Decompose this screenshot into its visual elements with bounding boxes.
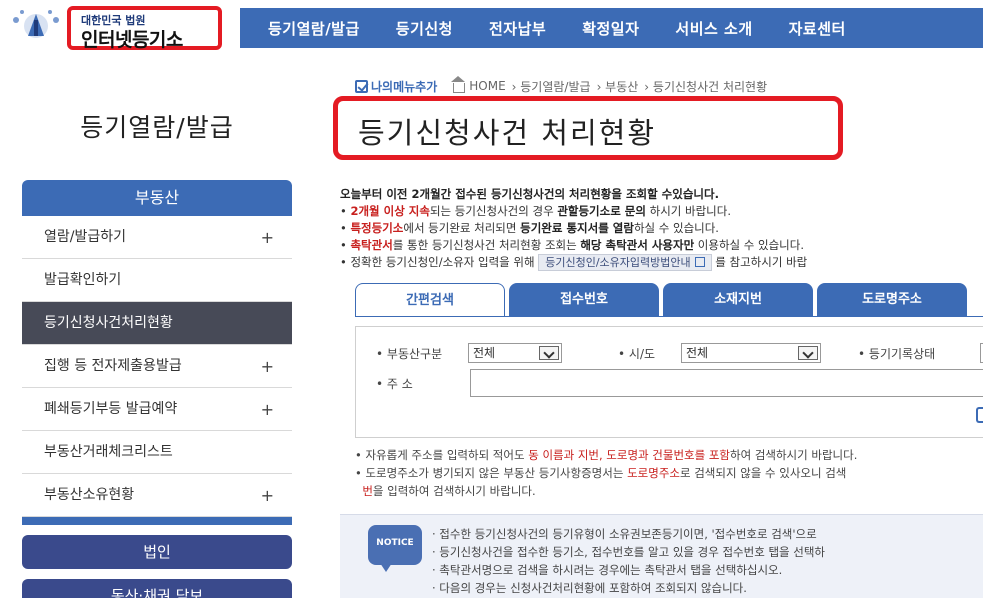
sidebar-item-label: 열람/발급하기 [44,229,126,245]
tab-lot-number[interactable]: 소재지번 [663,283,813,317]
search-notes: • 자유롭게 주소를 입력하되 적어도 동 이름과 지번, 도로명과 건물번호를… [355,446,983,500]
sidebar-item-label: 발급확인하기 [44,272,122,288]
note-item: • 자유롭게 주소를 입력하되 적어도 동 이름과 지번, 도로명과 건물번호를… [355,448,858,462]
plus-icon[interactable]: + [261,388,274,431]
description-lead: 오늘부터 이전 2개월간 접수된 등기신청사건의 처리현황을 조회할 수있습니다… [340,187,719,201]
input-guide-button[interactable]: 등기신청인/소유자입력방법안내 [538,254,712,271]
notice-line: · 접수한 등기신청사건의 등기유형이 소유권보존등기이면, '접수번호로 검색… [432,527,817,541]
notice-line: · 다음의 경우는 신청사건처리현황에 포함하여 조회되지 않습니다. [432,581,747,595]
chevron-down-icon [798,346,818,360]
chevron-down-icon [539,346,559,360]
home-icon [451,76,466,93]
search-form: • 부동산구분 전체 • 시/도 전체 • 등기기록상태 • 주 소 [355,326,983,438]
notice-line: · 촉탁관서명으로 검색을 하시려는 경우에는 촉탁관서 탭을 선택하십시오. [432,563,783,577]
add-my-menu-label: 나의메뉴추가 [371,79,438,94]
breadcrumb-real-estate[interactable]: › 부동산 [597,78,639,95]
sidebar-item-label: 부동산거래체크리스트 [44,444,173,460]
sidebar-item-case-status[interactable]: 등기신청사건처리현황 [22,302,292,345]
top-header: 대한민국 법원 인터넷등기소 등기열람/발급 등기신청 전자납부 확정일자 서비… [0,0,983,52]
search-button[interactable] [976,407,983,423]
sidebar-item-checklist[interactable]: 부동산거래체크리스트 [22,431,292,474]
sidebar-section-movable-collateral[interactable]: 동산·채권 담보 [22,579,292,598]
tab-road-address[interactable]: 도로명주소 [817,283,967,317]
sidebar-title: 등기열람/발급 [80,113,234,142]
sidebar-item-ownership[interactable]: 부동산소유현황 + [22,474,292,517]
sidebar-item-closed-reservation[interactable]: 폐쇄등기부등 발급예약 + [22,388,292,431]
sidebar-item-label: 집행 등 전자제출용발급 [44,358,182,374]
main-nav: 등기열람/발급 등기신청 전자납부 확정일자 서비스 소개 자료센터 [240,8,983,48]
sidebar: 부동산 열람/발급하기 + 발급확인하기 등기신청사건처리현황 집행 등 전자제… [22,180,292,598]
notice-icon: NOTICE [368,525,422,572]
tab-simple-search[interactable]: 간편검색 [355,283,505,317]
city-select[interactable]: 전체 [681,343,821,363]
sidebar-section-corporation[interactable]: 법인 [22,535,292,569]
add-my-menu-button[interactable]: 나의메뉴추가 [355,78,437,95]
tab-underline [355,316,983,317]
breadcrumb-current: › 등기신청사건 처리현황 [644,79,768,94]
nav-item-payment[interactable]: 전자납부 [471,18,564,39]
nav-item-fixed-date[interactable]: 확정일자 [564,18,657,39]
description-bullet: • 2개월 이상 지속되는 등기신청사건의 경우 관할등기소로 문의 하시기 바… [340,204,731,218]
notice-text: · 접수한 등기신청사건의 등기유형이 소유권보존등기이면, '접수번호로 검색… [432,525,825,597]
tab-receipt-number[interactable]: 접수번호 [509,283,659,317]
plus-icon[interactable]: + [261,345,274,388]
nav-item-registration[interactable]: 등기신청 [378,18,471,39]
sidebar-item-view-issue[interactable]: 열람/발급하기 + [22,216,292,259]
note-item: 번을 입력하여 검색하시기 바랍니다. [362,484,536,498]
plus-icon[interactable]: + [261,216,274,259]
logo-title: 인터넷등기소 [81,29,183,51]
court-emblem-icon [13,10,59,38]
checkbox-icon [355,79,368,93]
site-logo[interactable]: 대한민국 법원 인터넷등기소 [67,6,222,51]
city-label: • 시/도 [618,347,656,361]
sidebar-section-real-estate[interactable]: 부동산 [22,180,292,216]
page-title: 등기신청사건 처리현황 [358,116,657,150]
page-title-highlight: 등기신청사건 처리현황 [333,96,843,160]
sidebar-item-electronic-submission[interactable]: 집행 등 전자제출용발급 + [22,345,292,388]
note-item: • 도로명주소가 병기되지 않은 부동산 등기사항증명서는 도로명주소로 검색되… [355,466,847,480]
notice-line: · 등기신청사건을 접수한 등기소, 접수번호를 알고 있을 경우 접수번호 탭… [432,545,826,559]
address-input[interactable] [470,369,983,397]
sidebar-item-label: 부동산소유현황 [44,487,135,503]
record-status-label: • 등기기록상태 [858,347,936,361]
plus-icon[interactable]: + [261,474,274,517]
sidebar-item-label: 폐쇄등기부등 발급예약 [44,401,178,417]
breadcrumb-view-issue[interactable]: › 등기열람/발급 [512,78,591,95]
external-link-icon [694,257,705,267]
address-label: • 주 소 [376,377,413,391]
sidebar-item-label: 등기신청사건처리현황 [44,315,173,331]
nav-item-view-issue[interactable]: 등기열람/발급 [240,18,378,39]
description-bullet: • 특정등기소에서 등기완료 처리되면 등기완료 통지서를 열람하실 수 있습니… [340,221,719,235]
notice-box: NOTICE · 접수한 등기신청사건의 등기유형이 소유권보존등기이면, '접… [340,514,983,598]
sidebar-divider [22,517,292,525]
breadcrumb-home[interactable]: HOME [469,79,505,93]
description-bullet: • 정확한 등기신청인/소유자 입력을 위해 등기신청인/소유자입력방법안내 를… [340,254,808,271]
page-description: 오늘부터 이전 2개월간 접수된 등기신청사건의 처리현황을 조회할 수있습니다… [340,186,983,271]
sidebar-item-verify[interactable]: 발급확인하기 [22,259,292,302]
description-bullet: • 촉탁관서를 통한 등기신청사건 처리현황 조회는 해당 촉탁관서 사용자만 … [340,238,804,252]
property-type-select[interactable]: 전체 [468,343,562,363]
nav-item-resources[interactable]: 자료센터 [771,18,864,39]
search-tabs: 간편검색 접수번호 소재지번 도로명주소 [355,283,983,317]
logo-area[interactable]: 대한민국 법원 인터넷등기소 [0,0,232,52]
breadcrumb: 나의메뉴추가 HOME › 등기열람/발급 › 부동산 › 등기신청사건 처리현… [355,76,773,95]
nav-item-service[interactable]: 서비스 소개 [657,18,770,39]
property-type-label: • 부동산구분 [376,347,443,361]
